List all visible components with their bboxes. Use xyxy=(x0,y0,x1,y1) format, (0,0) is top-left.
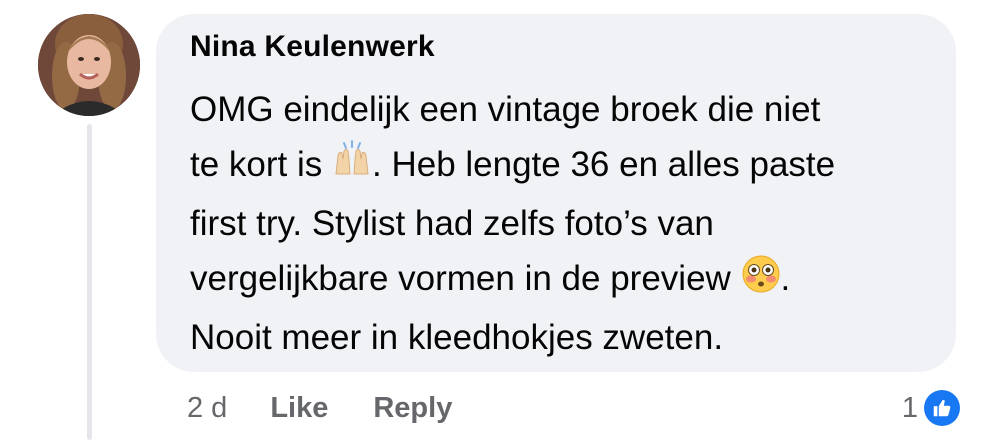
comment-timestamp[interactable]: 2 d xyxy=(187,392,227,425)
comment-actions: 2 d Like Reply xyxy=(187,390,497,426)
comment-text-segment: first try. Stylist had zelfs foto’s van xyxy=(190,204,714,243)
comment-text-segment: . xyxy=(780,259,791,298)
comment-line: Nooit meer in kleedhokjes zweten. xyxy=(190,310,930,365)
flushed-face-icon xyxy=(741,254,781,310)
avatar-photo xyxy=(38,14,140,116)
comment-text-segment: te kort is xyxy=(190,145,323,184)
like-button[interactable]: Like xyxy=(270,392,328,425)
avatar[interactable] xyxy=(38,14,140,116)
like-thumb-icon xyxy=(924,390,960,426)
thread-line xyxy=(87,124,92,440)
comment-text-segment: OMG eindelijk een vintage broek die niet xyxy=(190,90,821,129)
comment-text-segment: Nooit meer in kleedhokjes zweten. xyxy=(190,318,724,357)
reaction-summary[interactable]: 1 xyxy=(902,388,960,428)
comment-line: vergelijkbare vormen in de preview . xyxy=(190,251,930,310)
comment-line: OMG eindelijk een vintage broek die niet xyxy=(190,82,930,137)
comment-line: first try. Stylist had zelfs foto’s van xyxy=(190,196,930,251)
comment-text-segment: vergelijkbare vormen in de preview xyxy=(190,259,731,298)
reply-button[interactable]: Reply xyxy=(373,392,452,425)
comment-text: OMG eindelijk een vintage broek die niet… xyxy=(190,82,930,365)
raising-hands-icon xyxy=(332,140,372,196)
comment-text-segment: . Heb lengte 36 en alles paste xyxy=(372,145,836,184)
comment-line: te kort is . Heb lengte 36 en alles past… xyxy=(190,137,930,196)
comment-author[interactable]: Nina Keulenwerk xyxy=(190,30,435,64)
reaction-count: 1 xyxy=(901,391,918,424)
